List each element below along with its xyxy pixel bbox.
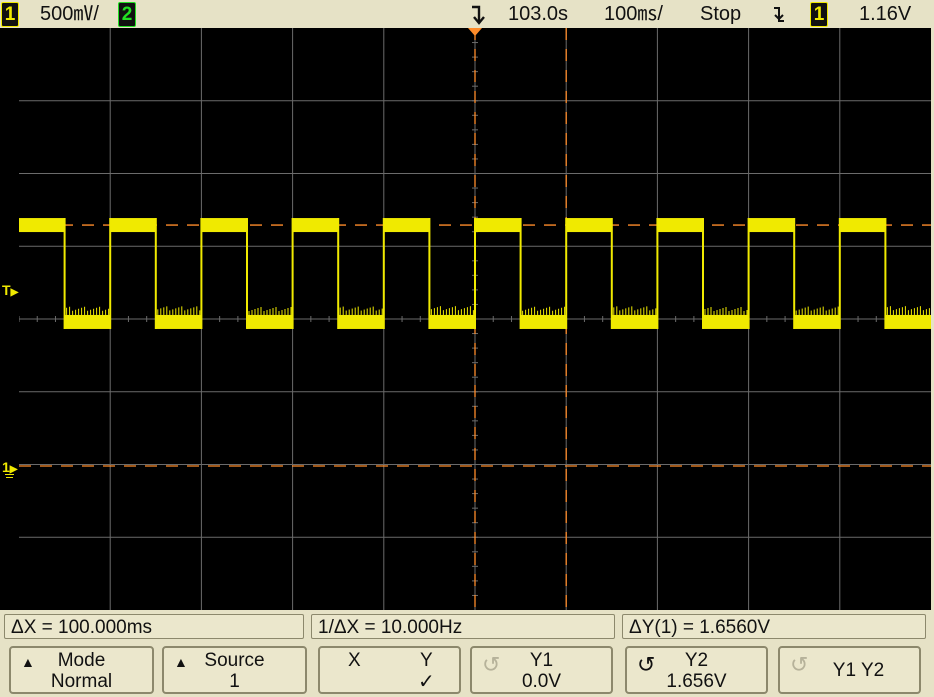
source-softkey[interactable]: ▲ Source 1 — [162, 646, 307, 694]
trace-low-segment — [885, 314, 931, 329]
status-bar: 1 500㎷/ 2 103.0s 100㎳/ Stop 1 1.16V — [0, 0, 934, 28]
trace-low-segment — [247, 314, 293, 329]
trace-low-segment — [429, 314, 475, 329]
mode-value: Normal — [50, 671, 113, 692]
y1-softkey[interactable]: ↺ Y1 0.0V — [470, 646, 613, 694]
trace-high-segment — [110, 218, 156, 233]
waveform-graticule — [19, 28, 931, 610]
trace-high-segment — [475, 218, 521, 233]
trace-high-segment — [19, 218, 65, 233]
trace-high-segment — [292, 218, 339, 233]
y1-y2-softkey[interactable]: ↺ Y1 Y2 — [778, 646, 921, 694]
trace-low-segment — [64, 314, 111, 329]
ch1-ground-marker[interactable]: 1▶ — [2, 459, 18, 475]
waveform-display[interactable] — [19, 28, 931, 610]
source-value: 1 — [229, 671, 240, 692]
y2-value: 1.656V — [666, 671, 727, 692]
time-scale[interactable]: 100㎳/ — [604, 2, 663, 26]
channel-1-indicator[interactable]: 1 — [1, 2, 19, 27]
channel-2-indicator[interactable]: 2 — [118, 2, 136, 27]
channel-1-scale[interactable]: 500㎷/ — [40, 2, 99, 26]
mode-title: Mode — [57, 650, 106, 671]
time-offset[interactable]: 103.0s — [508, 2, 568, 26]
run-state: Stop — [700, 3, 742, 25]
trace-high-segment — [201, 218, 247, 233]
delta-y-readout: ΔY(1) = 1.6560V — [622, 614, 926, 639]
x-label: X — [348, 650, 361, 671]
trace-high-segment — [657, 218, 703, 233]
y1-title: Y1 — [529, 650, 554, 671]
trace-high-segment — [566, 218, 612, 233]
trigger-level-marker[interactable]: T▶ — [2, 282, 18, 298]
y-checkmark: ✓ — [418, 671, 435, 693]
trace-low-segment — [338, 314, 384, 329]
left-margin: T▶ 1▶ — [0, 28, 19, 610]
trace-high-segment — [839, 218, 886, 233]
y2-title: Y2 — [684, 650, 709, 671]
trace-low-segment — [703, 314, 749, 329]
source-title: Source — [204, 650, 265, 671]
trace-low-segment — [794, 314, 840, 329]
inverse-delta-x-readout: 1/ΔX = 10.000Hz — [311, 614, 615, 639]
delta-x-readout: ΔX = 100.000ms — [4, 614, 304, 639]
y1y2-label: Y1 Y2 — [832, 660, 885, 681]
trace-low-segment — [611, 314, 658, 329]
trace-low-segment — [155, 314, 202, 329]
falling-edge-icon — [772, 4, 786, 28]
xy-cursor-softkey[interactable]: X Y ✓ — [318, 646, 461, 694]
trace-high-segment — [383, 218, 430, 233]
mode-softkey[interactable]: ▲ Mode Normal — [9, 646, 154, 694]
trigger-source-indicator[interactable]: 1 — [810, 2, 828, 27]
trigger-level[interactable]: 1.16V — [859, 2, 911, 26]
y-label: Y — [420, 650, 433, 671]
y2-softkey[interactable]: ↺ Y2 1.656V — [625, 646, 768, 694]
trace-high-segment — [748, 218, 795, 233]
trigger-position-marker — [468, 28, 482, 36]
y1-value: 0.0V — [521, 671, 562, 692]
trace-low-segment — [520, 314, 567, 329]
trigger-position-icon — [470, 4, 488, 28]
